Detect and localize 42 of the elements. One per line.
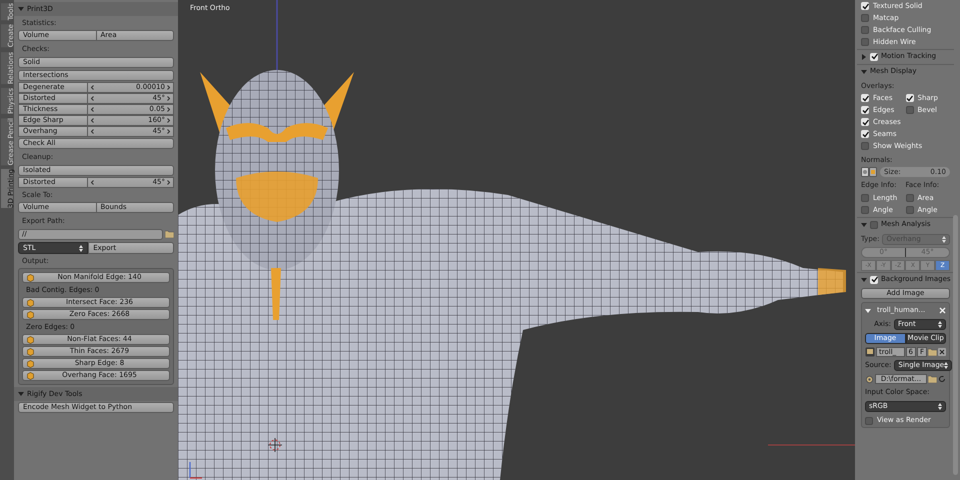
checkbox[interactable] [861,26,869,34]
checkbox[interactable] [861,206,869,214]
updown-arrows-icon [942,236,946,243]
expanded-arrow-icon[interactable] [18,6,24,12]
checkbox[interactable] [906,94,914,102]
collapsed-arrow-icon[interactable] [861,54,867,60]
checkbox[interactable] [861,194,869,202]
expanded-arrow-icon[interactable] [865,308,871,314]
checkbox[interactable] [861,94,869,102]
expanded-arrow-icon[interactable] [18,391,24,397]
checkbox[interactable] [906,206,914,214]
3d-cursor-icon [268,438,282,452]
reload-icon[interactable] [938,375,946,383]
image-browse-icon[interactable] [865,347,875,357]
checkbox[interactable] [870,276,878,284]
checkbox[interactable] [870,220,878,228]
updown-arrows-icon [938,321,942,328]
checkbox[interactable] [870,52,878,60]
scrollbar[interactable] [953,215,958,475]
updown-arrows-icon [944,362,948,369]
expanded-arrow-icon[interactable] [861,68,867,74]
checkbox[interactable] [861,130,869,138]
close-icon[interactable] [938,348,946,356]
checkbox[interactable] [865,416,873,424]
axis-gizmo-icon [189,462,202,479]
folder-icon[interactable] [165,230,174,238]
checkbox[interactable] [861,38,869,46]
checkbox[interactable] [861,106,869,114]
folder-icon[interactable] [928,375,937,383]
checkbox[interactable] [906,194,914,202]
updown-arrows-icon [938,402,942,410]
checkbox[interactable] [861,2,869,10]
expanded-arrow-icon[interactable] [861,276,867,282]
checkbox[interactable] [861,142,869,150]
checkbox[interactable] [906,106,914,114]
updown-arrows-icon [79,244,84,252]
cube-icon [27,274,34,282]
folder-icon[interactable] [928,348,937,356]
checkbox[interactable] [861,118,869,126]
checkbox[interactable] [861,14,869,22]
expanded-arrow-icon[interactable] [861,222,867,228]
normal-display-icons[interactable] [861,167,877,177]
